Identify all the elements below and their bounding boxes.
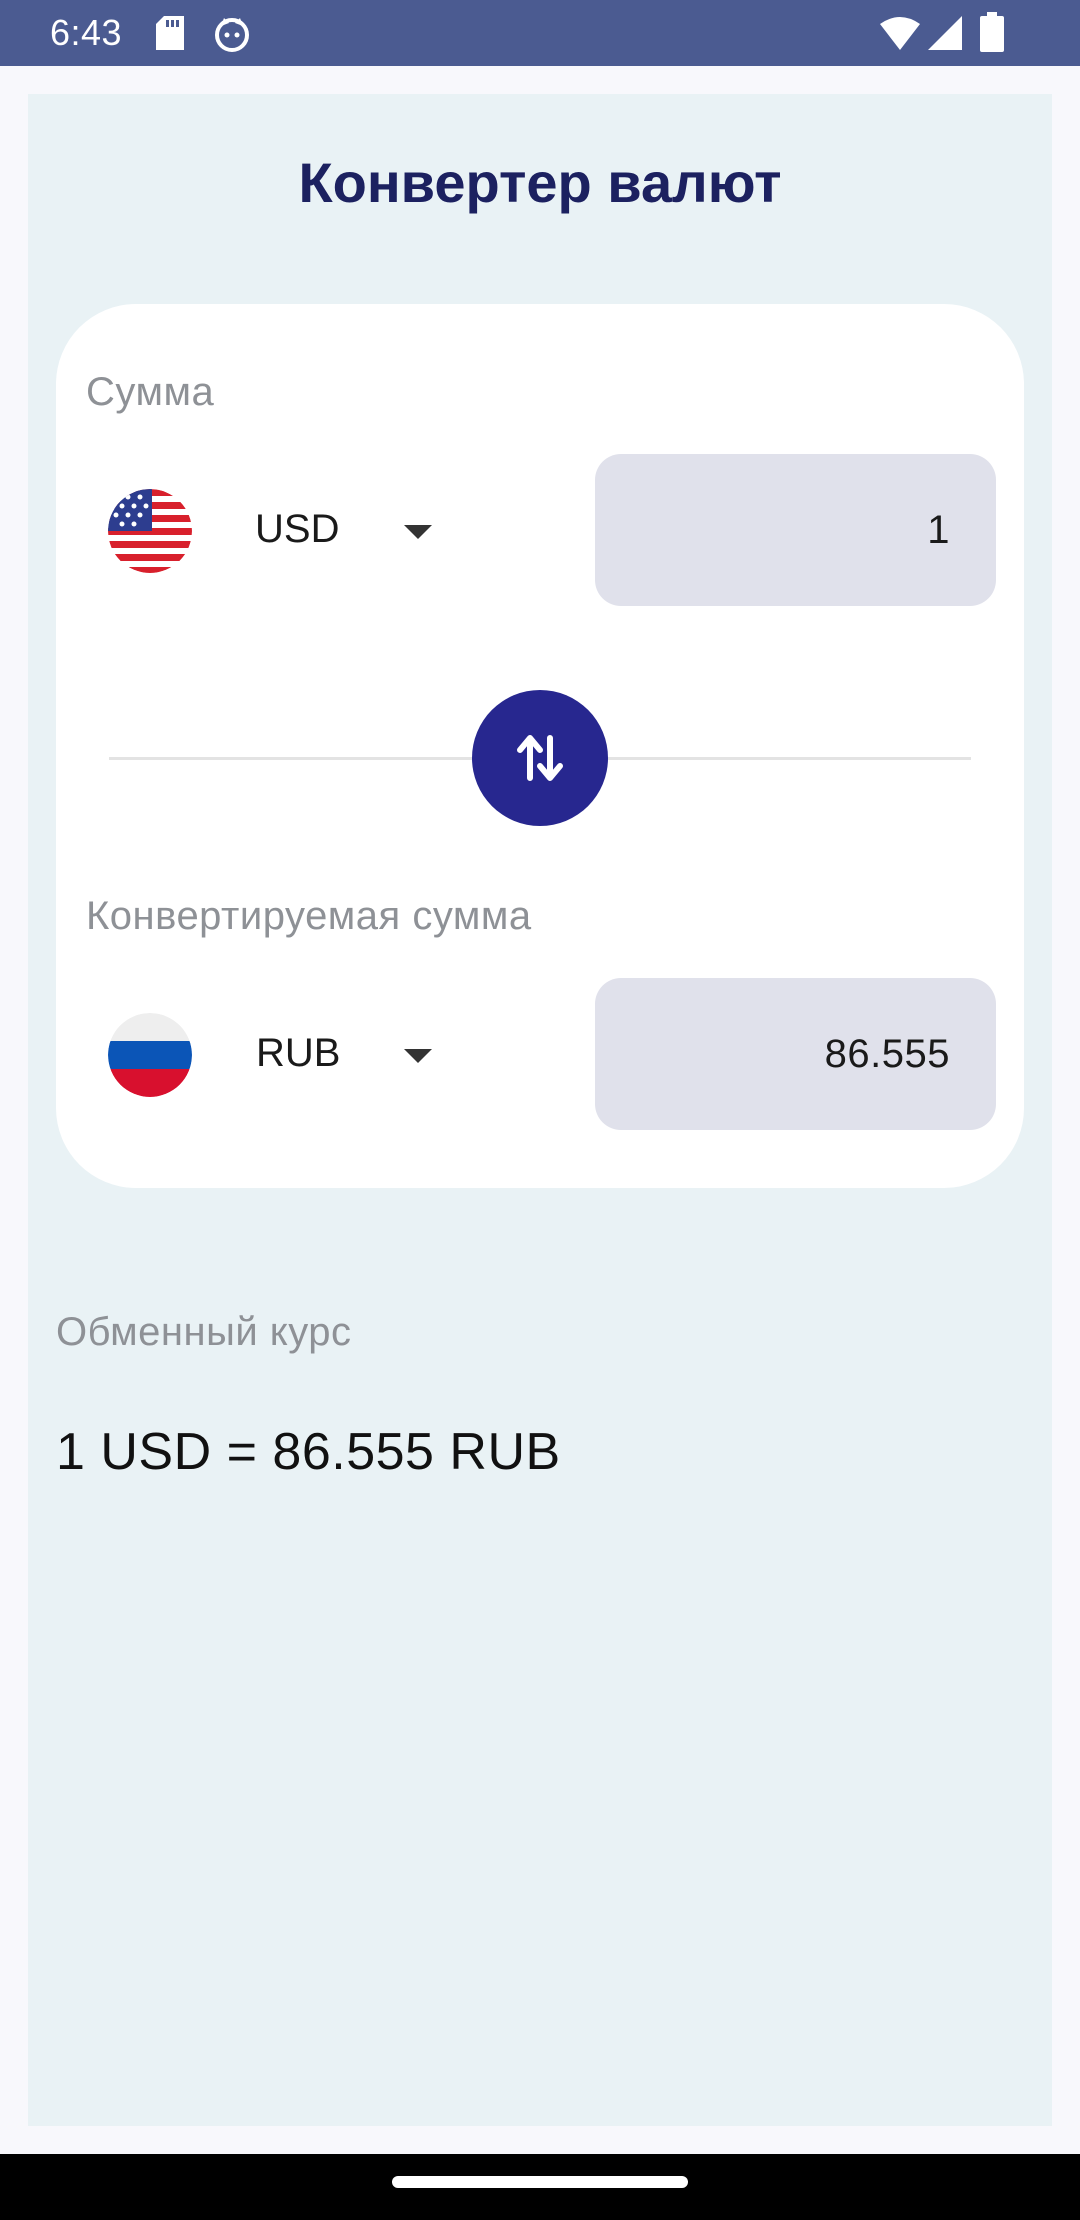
us-flag-icon — [108, 489, 192, 573]
chevron-down-icon[interactable] — [404, 1049, 432, 1063]
home-indicator[interactable] — [392, 2176, 688, 2188]
status-time: 6:43 — [50, 12, 123, 53]
signal-icon — [928, 16, 962, 50]
from-currency-selector[interactable]: USD — [255, 507, 339, 552]
to-currency-selector[interactable]: RUB — [256, 1031, 340, 1076]
sd-card-icon — [156, 16, 184, 50]
cat-icon — [215, 18, 249, 52]
to-amount-field[interactable]: 86.555 — [595, 978, 996, 1130]
amount-label: Сумма — [86, 370, 215, 414]
chevron-down-icon[interactable] — [404, 525, 432, 539]
ru-flag-icon — [108, 1013, 192, 1097]
wifi-icon — [880, 17, 920, 50]
swap-button[interactable] — [472, 690, 608, 826]
from-amount-input[interactable]: 1 — [595, 454, 996, 606]
exchange-rate-label: Обменный курс — [56, 1310, 352, 1354]
swap-vertical-icon — [517, 735, 563, 781]
converted-amount-label: Конвертируемая сумма — [86, 894, 532, 938]
exchange-rate-value: 1 USD = 86.555 RUB — [56, 1423, 561, 1481]
battery-icon — [980, 12, 1004, 52]
page-title: Конвертер валют — [298, 151, 782, 214]
status-bar: 6:43 — [0, 0, 1080, 66]
